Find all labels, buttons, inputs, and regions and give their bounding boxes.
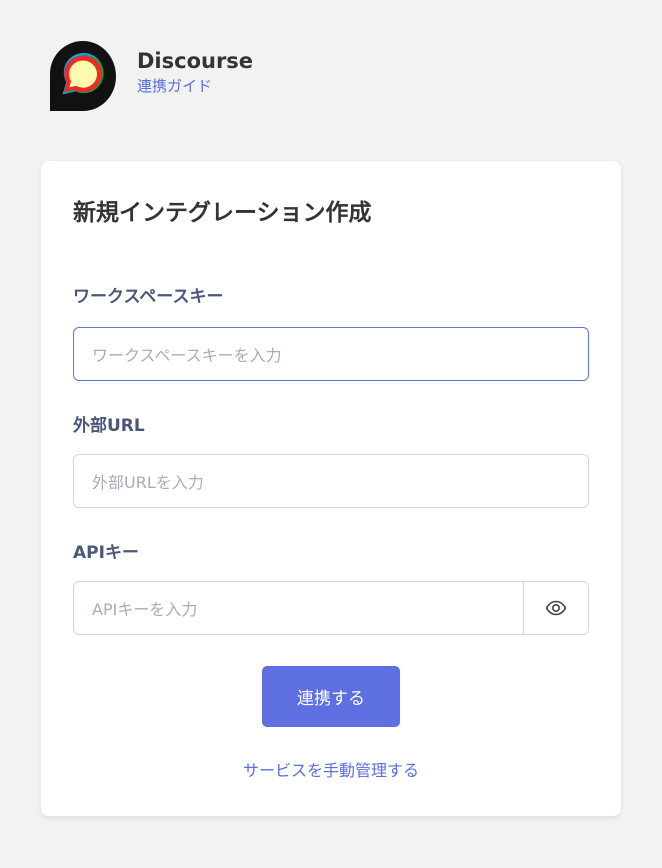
workspace-key-label: ワークスペースキー [73, 287, 224, 307]
eye-icon [545, 600, 567, 616]
connect-button[interactable]: 連携する [262, 666, 400, 727]
api-key-placeholder: APIキーを入力 [92, 600, 198, 619]
discourse-logo-icon [50, 41, 116, 111]
external-url-label: 外部URL [73, 416, 145, 436]
brand: Discourse 連携ガイド [137, 41, 253, 96]
integration-form-card: 新規インテグレーション作成 ワークスペースキー ワークスペースキーを入力 外部U… [41, 161, 621, 816]
app-name: Discourse [137, 49, 254, 73]
workspace-key-input[interactable]: ワークスペースキーを入力 [73, 327, 589, 381]
page-title: 新規インテグレーション作成 [73, 200, 372, 226]
app-header: Discourse 連携ガイド [50, 41, 253, 111]
api-key-label: APIキー [73, 543, 139, 563]
external-url-input[interactable]: 外部URLを入力 [73, 454, 589, 508]
workspace-key-placeholder: ワークスペースキーを入力 [92, 346, 282, 365]
integration-guide-link[interactable]: 連携ガイド [137, 76, 253, 96]
show-api-key-button[interactable] [523, 582, 588, 634]
api-key-input[interactable]: APIキーを入力 [74, 582, 523, 634]
external-url-placeholder: 外部URLを入力 [92, 473, 204, 492]
manage-service-manually-link: サービスを手動管理する [41, 759, 621, 783]
manage-service-manually-text[interactable]: サービスを手動管理する [243, 761, 419, 780]
api-key-field: APIキーを入力 [73, 581, 589, 635]
